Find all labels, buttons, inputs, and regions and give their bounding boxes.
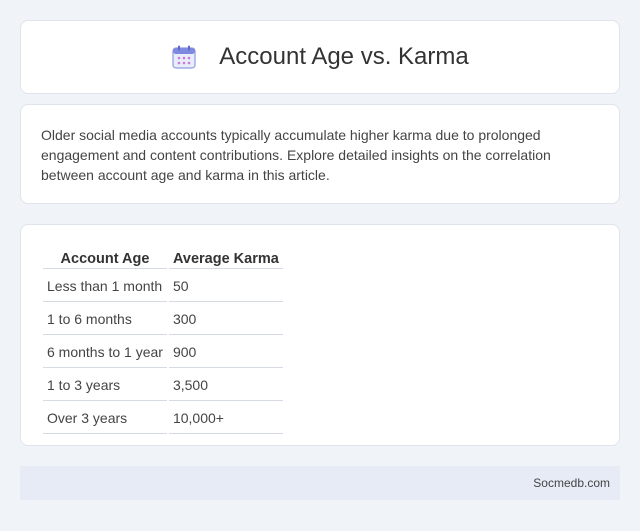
karma-table: Account Age Average Karma Less than 1 mo… [41, 245, 285, 436]
table-row: 1 to 3 years 3,500 [43, 370, 283, 401]
average-karma-cell: 10,000+ [168, 403, 283, 434]
footer-bar: Socmedb.com [20, 466, 620, 500]
average-karma-cell: 900 [168, 337, 283, 368]
column-header-average-karma: Average Karma [168, 247, 283, 269]
title-card: Account Age vs. Karma [20, 20, 620, 94]
table-row: 1 to 6 months 300 [43, 304, 283, 335]
account-age-cell: 1 to 3 years [43, 370, 167, 401]
average-karma-cell: 50 [168, 271, 283, 302]
calendar-icon [172, 45, 196, 69]
intro-card: Older social media accounts typically ac… [20, 104, 620, 204]
average-karma-cell: 300 [168, 304, 283, 335]
page-title: Account Age vs. Karma [219, 43, 469, 70]
title-group: Account Age vs. Karma [171, 43, 469, 71]
account-age-cell: 1 to 6 months [43, 304, 167, 335]
account-age-cell: Less than 1 month [43, 271, 167, 302]
intro-paragraph: Older social media accounts typically ac… [41, 127, 551, 183]
account-age-cell: 6 months to 1 year [43, 337, 167, 368]
table-header-row: Account Age Average Karma [43, 247, 283, 269]
average-karma-cell: 3,500 [168, 370, 283, 401]
table-card: Account Age Average Karma Less than 1 mo… [20, 224, 620, 446]
column-header-account-age: Account Age [43, 247, 167, 269]
table-row: Over 3 years 10,000+ [43, 403, 283, 434]
footer-brand-link[interactable]: Socmedb.com [533, 476, 610, 490]
table-row: Less than 1 month 50 [43, 271, 283, 302]
account-age-cell: Over 3 years [43, 403, 167, 434]
table-row: 6 months to 1 year 900 [43, 337, 283, 368]
